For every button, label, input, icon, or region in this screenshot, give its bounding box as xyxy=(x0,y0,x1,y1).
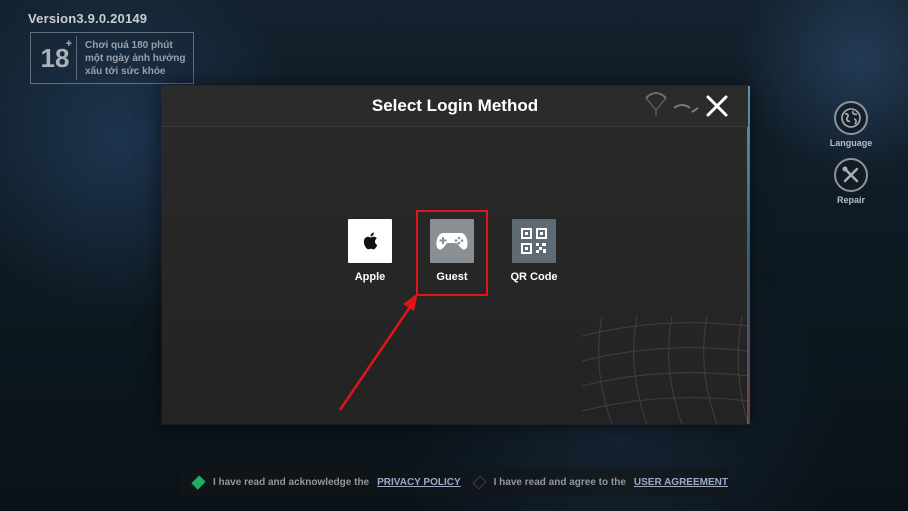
apple-login-option[interactable]: Apple xyxy=(340,219,400,283)
globe-icon xyxy=(834,101,868,135)
legal-footer: I have read and acknowledge the PRIVACY … xyxy=(180,468,728,496)
agreement-checkbox[interactable] xyxy=(472,474,487,490)
close-button[interactable] xyxy=(706,95,728,117)
age-warning-line: một ngày ảnh hưởng xyxy=(85,52,186,64)
age-rating-badge: 18 + Chơi quá 180 phút một ngày ảnh hưởn… xyxy=(30,32,194,84)
repair-button[interactable]: Repair xyxy=(821,158,881,205)
parachute-decoration-icon xyxy=(645,92,699,116)
age-plus: + xyxy=(65,38,72,50)
user-agreement-link[interactable]: USER AGREEMENT xyxy=(634,477,728,488)
apple-login-label: Apple xyxy=(354,271,386,283)
game-login-screen: Version3.9.0.20149 18 + Chơi quá 180 phú… xyxy=(0,0,908,511)
apple-icon xyxy=(348,219,392,263)
age-warning-line: Chơi quá 180 phút xyxy=(85,39,173,51)
privacy-checkbox[interactable] xyxy=(191,474,206,490)
wrench-screwdriver-icon xyxy=(834,158,868,192)
language-button[interactable]: Language xyxy=(821,101,881,148)
qr-code-icon xyxy=(512,219,556,263)
privacy-text: I have read and acknowledge the xyxy=(212,476,370,488)
close-icon xyxy=(706,95,728,117)
age-warning-text: Chơi quá 180 phút một ngày ảnh hưởng xấu… xyxy=(85,39,185,78)
dialog-header: Select Login Method xyxy=(162,86,748,127)
version-label: Version3.9.0.20149 xyxy=(28,11,148,26)
privacy-policy-link[interactable]: PRIVACY POLICY xyxy=(377,477,461,488)
guest-highlight-box xyxy=(416,210,488,296)
age-rating-number: 18 + xyxy=(34,36,77,80)
globe-grid-decoration xyxy=(582,316,748,424)
language-label: Language xyxy=(829,138,873,148)
age-warning-line: xấu tới sức khỏe xyxy=(85,65,166,77)
qr-code-login-label: QR Code xyxy=(510,271,558,283)
qr-code-login-option[interactable]: QR Code xyxy=(504,219,564,283)
agreement-text: I have read and agree to the xyxy=(493,476,626,488)
repair-label: Repair xyxy=(836,195,865,205)
